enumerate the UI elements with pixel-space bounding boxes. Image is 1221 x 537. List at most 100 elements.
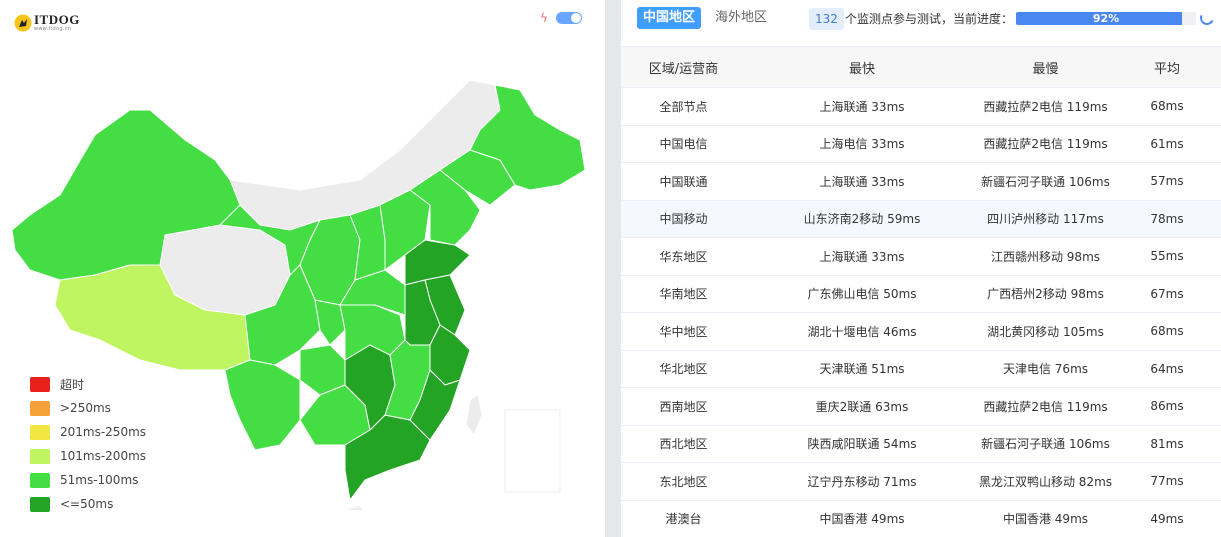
toggle-knob (571, 13, 581, 23)
legend-item: <=50ms (30, 492, 146, 516)
column-header-average: 平均 (1113, 46, 1221, 88)
cell-region: 西北地区 (621, 425, 746, 463)
legend-item: 101ms-200ms (30, 444, 146, 468)
region-taiwan[interactable] (465, 394, 483, 436)
legend-label: 超时 (60, 377, 85, 392)
progress-text: 个监测点参与测试，当前进度： (845, 12, 1014, 26)
legend-label: 201ms-250ms (60, 425, 147, 439)
dog-logo-icon (14, 14, 32, 32)
table-row[interactable]: 中国移动 山东济南2移动 59ms 四川泸州移动 117ms 78ms (621, 200, 1221, 238)
cell-fastest: 陕西咸阳联通 54ms (746, 425, 978, 463)
logo-subtext: www.itdog.cn (34, 26, 72, 32)
cell-region: 港澳台 (621, 500, 746, 537)
cell-average: 57ms (1113, 162, 1221, 201)
legend-label: 101ms-200ms (60, 449, 147, 463)
region-tabs-bar: 中国地区 海外地区 132 个监测点参与测试，当前进度： 92% (621, 0, 1221, 46)
cell-slowest: 中国香港 49ms (978, 500, 1113, 537)
cell-average: 77ms (1113, 462, 1221, 501)
table-row[interactable]: 东北地区 辽宁丹东移动 71ms 黑龙江双鸭山移动 82ms 77ms (621, 462, 1221, 501)
table-row[interactable]: 华南地区 广东佛山电信 50ms 广西梧州2移动 98ms 67ms (621, 275, 1221, 313)
cell-fastest: 上海电信 33ms (746, 125, 978, 163)
legend-label: <=50ms (60, 497, 114, 511)
cell-average: 67ms (1113, 275, 1221, 313)
table-row[interactable]: 港澳台 中国香港 49ms 中国香港 49ms 49ms (621, 500, 1221, 537)
south-sea-inset (504, 409, 561, 493)
cell-fastest: 中国香港 49ms (746, 500, 978, 537)
legend-swatch (30, 472, 50, 488)
region-hainan[interactable] (343, 504, 365, 510)
cell-slowest: 天津电信 76ms (978, 350, 1113, 388)
cell-fastest: 上海联通 33ms (746, 237, 978, 276)
cell-region: 中国联通 (621, 162, 746, 201)
table-row[interactable]: 华中地区 湖北十堰电信 46ms 湖北黄冈移动 105ms 68ms (621, 312, 1221, 351)
cell-slowest: 西藏拉萨2电信 119ms (978, 387, 1113, 426)
legend-item: 超时 (30, 372, 146, 396)
legend: 超时 >250ms 201ms-250ms 101ms-200ms 51ms-1… (30, 372, 146, 516)
cell-average: 68ms (1113, 87, 1221, 126)
cell-slowest: 西藏拉萨2电信 119ms (978, 87, 1113, 126)
table-header-row: 区域/运营商 最快 最慢 平均 (621, 46, 1221, 88)
map-panel: ITDOG www.itdog.cn ϟ 超时 >250ms 201ms-250… (0, 0, 605, 537)
progress-percent: 92% (1092, 12, 1120, 25)
result-panel: 中国地区 海外地区 132 个监测点参与测试，当前进度： 92% 区域/运营商 … (621, 0, 1221, 537)
legend-item: 201ms-250ms (30, 420, 146, 444)
cell-average: 55ms (1113, 237, 1221, 276)
cell-fastest: 山东济南2移动 59ms (746, 200, 978, 238)
cell-fastest: 辽宁丹东移动 71ms (746, 462, 978, 501)
legend-item: >250ms (30, 396, 146, 420)
theme-toggle[interactable]: ϟ (540, 10, 584, 26)
cell-average: 61ms (1113, 125, 1221, 163)
table-row[interactable]: 华北地区 天津联通 51ms 天津电信 76ms 64ms (621, 350, 1221, 388)
cell-region: 华东地区 (621, 237, 746, 276)
cell-region: 华南地区 (621, 275, 746, 313)
cell-average: 68ms (1113, 312, 1221, 351)
table-row[interactable]: 西北地区 陕西咸阳联通 54ms 新疆石河子联通 106ms 81ms (621, 425, 1221, 463)
table-row[interactable]: 西南地区 重庆2联通 63ms 西藏拉萨2电信 119ms 86ms (621, 387, 1221, 426)
legend-swatch (30, 400, 50, 416)
legend-swatch (30, 376, 50, 392)
progress-bar: 92% (1016, 12, 1196, 25)
table-row[interactable]: 中国电信 上海电信 33ms 西藏拉萨2电信 119ms 61ms (621, 125, 1221, 163)
cell-average: 86ms (1113, 387, 1221, 426)
tab-overseas[interactable]: 海外地区 (709, 7, 773, 29)
result-table: 区域/运营商 最快 最慢 平均 全部节点 上海联通 33ms 西藏拉萨2电信 1… (621, 46, 1221, 537)
lightning-icon: ϟ (540, 11, 548, 25)
cell-region: 全部节点 (621, 87, 746, 126)
itdog-logo[interactable]: ITDOG www.itdog.cn (14, 12, 84, 34)
loading-spinner-icon (1198, 9, 1216, 27)
toggle-switch[interactable] (556, 12, 582, 24)
panel-divider (605, 0, 621, 537)
cell-fastest: 天津联通 51ms (746, 350, 978, 388)
cell-slowest: 湖北黄冈移动 105ms (978, 312, 1113, 351)
legend-label: >250ms (60, 401, 111, 415)
cell-slowest: 江西赣州移动 98ms (978, 237, 1113, 276)
table-row[interactable]: 中国联通 上海联通 33ms 新疆石河子联通 106ms 57ms (621, 162, 1221, 201)
cell-average: 49ms (1113, 500, 1221, 537)
legend-item: 51ms-100ms (30, 468, 146, 492)
column-header-region: 区域/运营商 (621, 46, 746, 88)
cell-fastest: 广东佛山电信 50ms (746, 275, 978, 313)
legend-swatch (30, 448, 50, 464)
cell-slowest: 新疆石河子联通 106ms (978, 425, 1113, 463)
cell-slowest: 四川泸州移动 117ms (978, 200, 1113, 238)
cell-slowest: 西藏拉萨2电信 119ms (978, 125, 1113, 163)
table-row[interactable]: 华东地区 上海联通 33ms 江西赣州移动 98ms 55ms (621, 237, 1221, 276)
cell-region: 中国移动 (621, 200, 746, 238)
cell-region: 华北地区 (621, 350, 746, 388)
column-header-slowest: 最慢 (978, 46, 1113, 88)
cell-fastest: 上海联通 33ms (746, 162, 978, 201)
table-row[interactable]: 全部节点 上海联通 33ms 西藏拉萨2电信 119ms 68ms (621, 87, 1221, 126)
cell-fastest: 上海联通 33ms (746, 87, 978, 126)
region-yunnan[interactable] (224, 359, 301, 451)
cell-fastest: 重庆2联通 63ms (746, 387, 978, 426)
node-count-badge: 132 (809, 8, 844, 30)
legend-label: 51ms-100ms (60, 473, 139, 487)
tab-china[interactable]: 中国地区 (637, 7, 702, 29)
cell-region: 东北地区 (621, 462, 746, 501)
cell-region: 西南地区 (621, 387, 746, 426)
cell-slowest: 新疆石河子联通 106ms (978, 162, 1113, 201)
cell-region: 中国电信 (621, 125, 746, 163)
cell-slowest: 广西梧州2移动 98ms (978, 275, 1113, 313)
cell-slowest: 黑龙江双鸭山移动 82ms (978, 462, 1113, 501)
legend-swatch (30, 496, 50, 512)
